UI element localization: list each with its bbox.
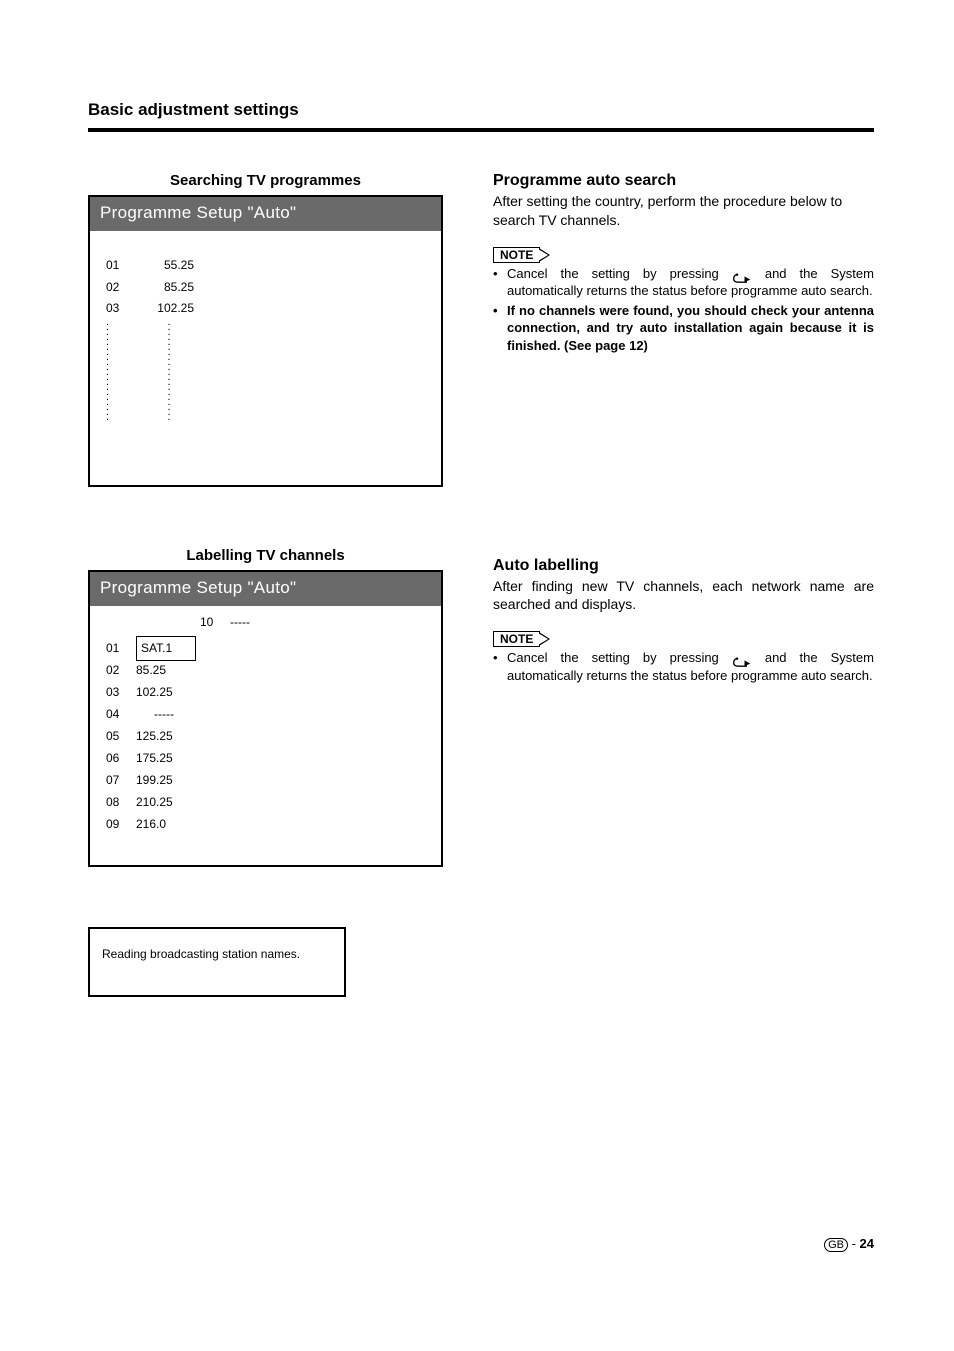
osd2-num: 01 [106,638,134,659]
note-item-bold: If no channels were found, you should ch… [493,302,874,355]
page-number: GB - 24 [824,1236,874,1251]
title-rule [88,128,874,132]
osd2-row: 06 175.25 [100,747,431,769]
osd2-num: 03 [106,682,134,703]
osd1-row: 01 55.25 [100,255,431,277]
osd-searching: Programme Setup "Auto" 01 55.25 02 85.25… [88,195,443,487]
note-item: Cancel the setting by pressing and the S… [493,649,874,684]
osd2-val: 210.25 [134,792,192,813]
osd2-val: 125.25 [134,726,192,747]
region-badge: GB [824,1238,848,1252]
osd2-val: 199.25 [134,770,192,791]
osd2-row: 01 SAT.1 [100,637,431,659]
osd1-row: 03 102.25 [100,298,431,320]
section-label-searching: Searching TV programmes [88,172,443,189]
osd2-val: 175.25 [134,748,192,769]
right-column: Programme auto search After setting the … [493,172,874,997]
heading-programme-auto-search: Programme auto search [493,172,874,190]
osd2-val: 102.25 [134,682,192,703]
osd2-header-a: 10 [200,612,230,633]
osd1-val: 55.25 [144,255,194,277]
osd2-row: 04 ----- [100,703,431,725]
page-num-value: 24 [860,1236,874,1251]
osd2-row: 02 85.25 [100,659,431,681]
osd1-num: 01 [106,255,126,277]
osd2-row: 03 102.25 [100,681,431,703]
return-icon [732,268,752,280]
note-text-a: Cancel the setting by pressing [507,650,732,665]
intro-auto-labelling: After finding new TV channels, each netw… [493,577,874,615]
osd2-num: 09 [106,814,134,835]
osd1-num: 03 [106,298,126,320]
osd2-val: 216.0 [134,814,192,835]
osd1-row: 02 85.25 [100,277,431,299]
osd2-row: 08 210.25 [100,791,431,813]
note-item: Cancel the setting by pressing and the S… [493,265,874,300]
osd-labelling: Programme Setup "Auto" 10 ----- 01 SAT.1… [88,570,443,867]
heading-auto-labelling: Auto labelling [493,557,874,575]
osd2-header-b: ----- [230,612,270,633]
note-list-2: Cancel the setting by pressing and the S… [493,649,874,684]
osd2-num: 02 [106,660,134,681]
osd1-num: 02 [106,277,126,299]
osd1-continuation-dots: .................... ...................… [100,320,431,420]
note-text-a: Cancel the setting by pressing [507,266,732,281]
osd2-num: 06 [106,748,134,769]
return-icon [732,653,752,665]
osd-labelling-title: Programme Setup "Auto" [90,572,441,606]
left-column: Searching TV programmes Programme Setup … [88,172,443,997]
osd1-val: 85.25 [144,277,194,299]
section-label-labelling: Labelling TV channels [88,547,443,564]
osd2-num: 07 [106,770,134,791]
intro-programme-auto-search: After setting the country, perform the p… [493,192,874,230]
osd2-num: 05 [106,726,134,747]
osd2-row: 07 199.25 [100,769,431,791]
osd2-row: 09 216.0 [100,813,431,835]
osd2-val: 85.25 [134,660,192,681]
osd2-num: 08 [106,792,134,813]
osd2-num: 04 [106,704,134,725]
osd2-row: 05 125.25 [100,725,431,747]
note-list-1: Cancel the setting by pressing and the S… [493,265,874,355]
osd-searching-title: Programme Setup "Auto" [90,197,441,231]
note-tag: NOTE [493,631,540,647]
page-title: Basic adjustment settings [88,100,874,120]
note-tag: NOTE [493,247,540,263]
osd2-val-selected: SAT.1 [136,636,196,661]
osd2-header-row: 10 ----- [100,612,431,633]
caption-box: Reading broadcasting station names. [88,927,346,997]
osd2-val: ----- [134,704,192,725]
page-sep: - [848,1236,860,1251]
